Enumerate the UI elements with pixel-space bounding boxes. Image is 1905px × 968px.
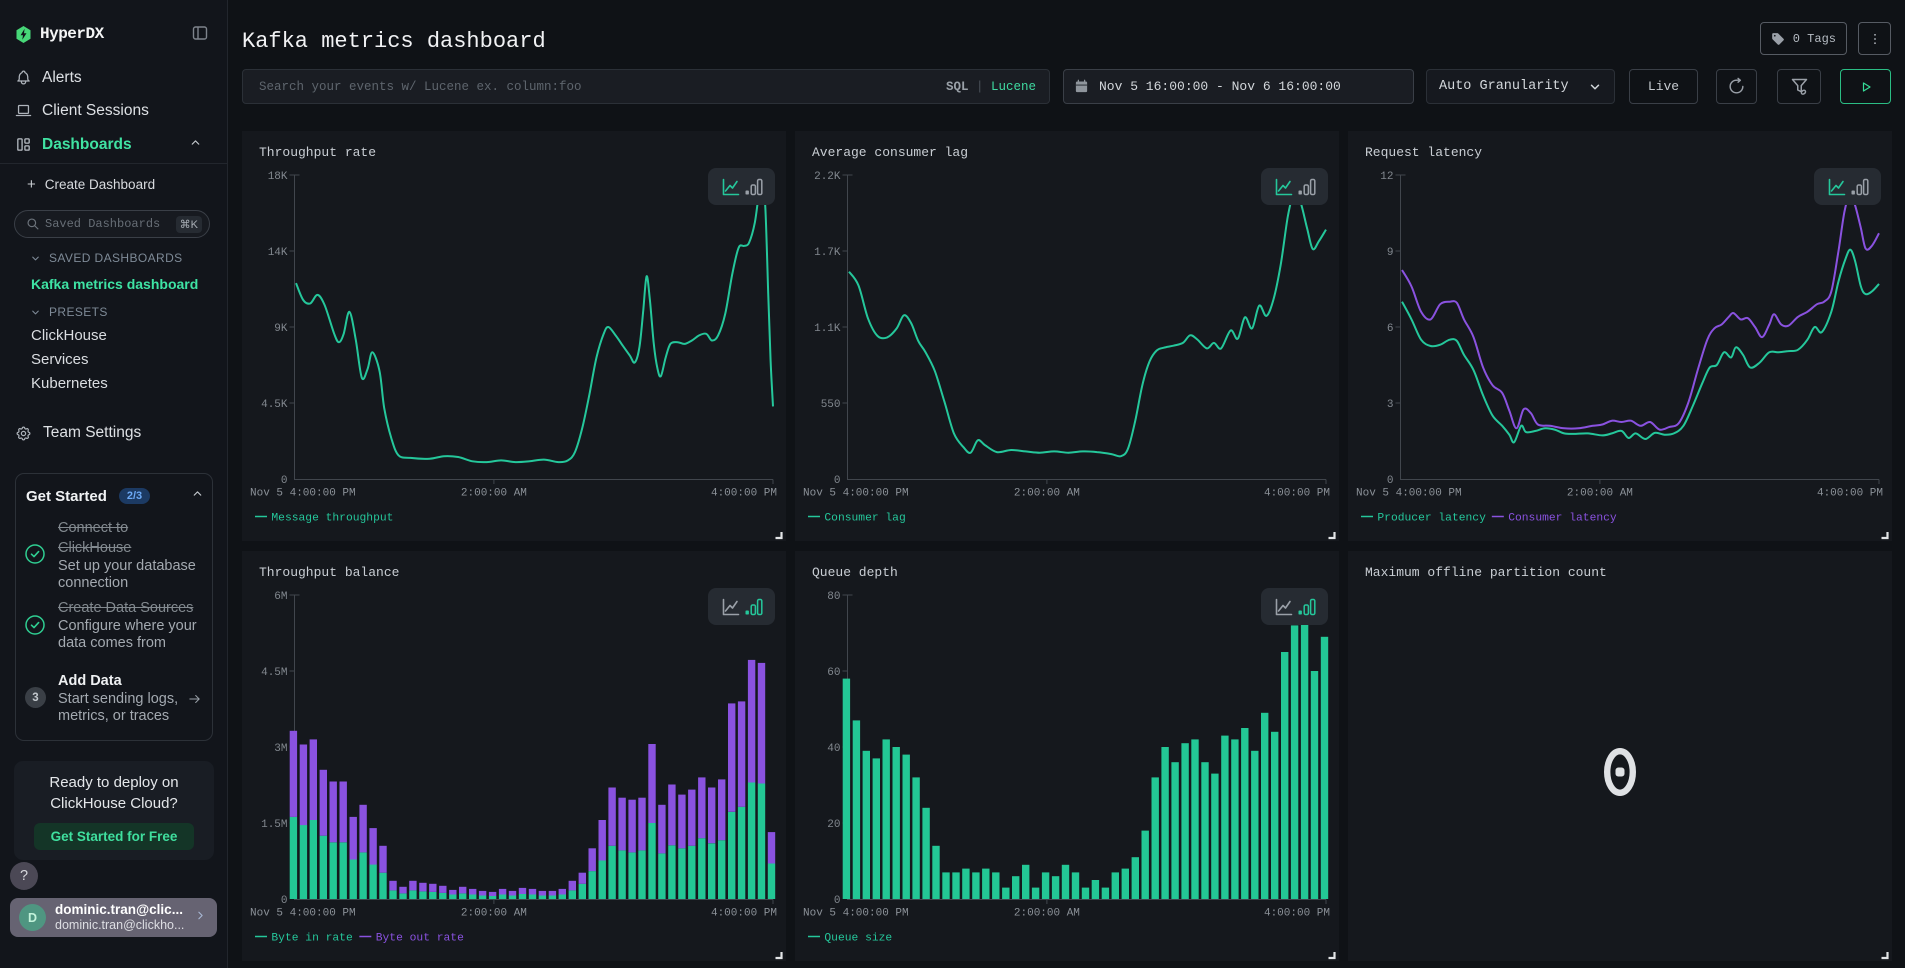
svg-text:Queue size: Queue size <box>824 933 892 945</box>
svg-text:0: 0 <box>1387 475 1394 487</box>
svg-text:18K: 18K <box>268 171 288 183</box>
svg-text:Producer latency: Producer latency <box>1377 513 1486 525</box>
svg-text:1.7K: 1.7K <box>814 247 841 259</box>
svg-text:2:00:00 AM: 2:00:00 AM <box>461 908 527 920</box>
svg-text:Nov 5 4:00:00 PM: Nov 5 4:00:00 PM <box>250 908 356 920</box>
svg-text:3M: 3M <box>274 743 287 755</box>
svg-text:20: 20 <box>827 819 840 831</box>
svg-text:Byte in rate: Byte in rate <box>271 933 353 945</box>
svg-text:2:00:00 AM: 2:00:00 AM <box>1567 488 1633 500</box>
svg-text:2:00:00 AM: 2:00:00 AM <box>461 488 527 500</box>
svg-text:Consumer latency: Consumer latency <box>1508 513 1617 525</box>
svg-text:60: 60 <box>827 667 840 679</box>
svg-text:2.2K: 2.2K <box>814 171 841 183</box>
svg-text:0: 0 <box>834 475 841 487</box>
svg-text:Throughput rate: Throughput rate <box>259 145 376 160</box>
svg-text:Consumer lag: Consumer lag <box>824 513 905 525</box>
svg-text:6M: 6M <box>274 591 287 603</box>
svg-text:Throughput balance: Throughput balance <box>259 565 399 580</box>
svg-text:2:00:00 AM: 2:00:00 AM <box>1014 488 1080 500</box>
svg-text:Request latency: Request latency <box>1365 145 1482 160</box>
svg-text:0: 0 <box>281 895 288 907</box>
svg-text:6: 6 <box>1387 323 1394 335</box>
svg-text:4.5M: 4.5M <box>261 667 287 679</box>
svg-text:4.5K: 4.5K <box>261 399 288 411</box>
svg-text:4:00:00 PM: 4:00:00 PM <box>1817 488 1883 500</box>
svg-text:Queue depth: Queue depth <box>812 565 898 580</box>
svg-text:Nov 5 4:00:00 PM: Nov 5 4:00:00 PM <box>803 908 909 920</box>
svg-text:2:00:00 AM: 2:00:00 AM <box>1014 908 1080 920</box>
svg-text:80: 80 <box>827 591 840 603</box>
svg-text:9K: 9K <box>274 323 288 335</box>
svg-text:4:00:00 PM: 4:00:00 PM <box>1264 908 1330 920</box>
svg-text:Maximum offline partition coun: Maximum offline partition count <box>1365 565 1607 580</box>
svg-text:0: 0 <box>281 475 288 487</box>
svg-text:Byte out rate: Byte out rate <box>376 933 464 945</box>
svg-text:1.5M: 1.5M <box>261 819 287 831</box>
svg-text:4:00:00 PM: 4:00:00 PM <box>711 908 777 920</box>
svg-text:Nov 5 4:00:00 PM: Nov 5 4:00:00 PM <box>803 488 909 500</box>
svg-text:40: 40 <box>827 743 840 755</box>
svg-text:4:00:00 PM: 4:00:00 PM <box>1264 488 1330 500</box>
svg-text:14K: 14K <box>268 247 288 259</box>
svg-text:9: 9 <box>1387 247 1394 259</box>
svg-text:3: 3 <box>1387 399 1394 411</box>
svg-text:Average consumer lag: Average consumer lag <box>812 145 968 160</box>
svg-text:Nov 5 4:00:00 PM: Nov 5 4:00:00 PM <box>250 488 356 500</box>
svg-text:12: 12 <box>1380 171 1393 183</box>
svg-text:Message throughput: Message throughput <box>271 513 393 525</box>
svg-text:0: 0 <box>834 895 841 907</box>
svg-text:550: 550 <box>821 399 841 411</box>
svg-text:4:00:00 PM: 4:00:00 PM <box>711 488 777 500</box>
svg-text:1.1K: 1.1K <box>814 323 841 335</box>
svg-text:Nov 5 4:00:00 PM: Nov 5 4:00:00 PM <box>1356 488 1462 500</box>
